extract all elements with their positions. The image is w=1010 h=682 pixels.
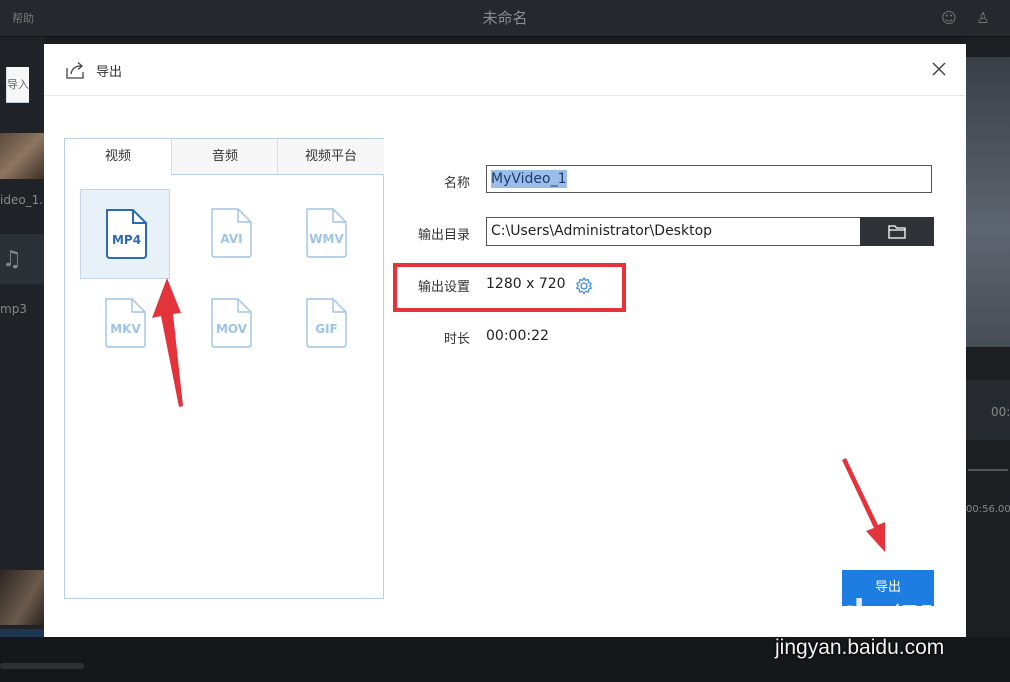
file-icon: GIF xyxy=(306,298,347,348)
baidu-watermark: Baidu 经验 jingyan.baidu.com xyxy=(775,592,1010,682)
format-label: MKV xyxy=(110,322,141,336)
format-wmv[interactable]: WMV xyxy=(281,189,371,279)
format-mp4[interactable]: MP4 xyxy=(80,189,170,279)
annotation-arrow xyxy=(152,278,183,407)
preview-panel: 00: 00:56.00 xyxy=(966,37,1010,677)
video-thumbnail[interactable] xyxy=(0,133,44,179)
format-label: AVI xyxy=(220,232,242,246)
project-title: 未命名 xyxy=(482,9,528,27)
format-panel: 视频 音频 视频平台 MP4 AVI WMV MKV MOV GIF xyxy=(64,138,384,599)
tab-video[interactable]: 视频 xyxy=(65,139,171,175)
name-value: MyVideo_1 xyxy=(491,170,567,188)
media-library-panel: 导入 ideo_1... ♫ mp3 xyxy=(0,37,51,659)
format-avi[interactable]: AVI xyxy=(186,189,276,279)
import-tab[interactable]: 导入 xyxy=(6,67,29,103)
output-dir-field[interactable]: C:\Users\Administrator\Desktop xyxy=(486,217,860,246)
title-bar: 帮助 未命名 ☺ ♙ xyxy=(0,0,1010,37)
horizontal-scrollbar[interactable] xyxy=(0,663,84,669)
format-label: WMV xyxy=(309,232,344,246)
annotation-highlight-box xyxy=(393,263,626,312)
file-icon: AVI xyxy=(211,208,252,258)
name-label: 名称 xyxy=(443,176,470,191)
user-icon[interactable]: ♙ xyxy=(974,9,992,27)
format-label: MP4 xyxy=(112,233,141,247)
annotation-arrow xyxy=(842,458,885,552)
file-icon: MP4 xyxy=(106,209,147,259)
export-icon xyxy=(66,62,84,79)
format-label: GIF xyxy=(315,322,338,336)
name-input[interactable]: MyVideo_1 xyxy=(486,165,932,193)
tab-audio[interactable]: 音频 xyxy=(171,139,278,175)
timecode: 00: xyxy=(991,405,1010,419)
duration-label: 时长 xyxy=(443,332,470,347)
music-icon: ♫ xyxy=(2,247,22,272)
format-tabs: 视频 音频 视频平台 xyxy=(65,139,384,175)
chat-icon[interactable]: ☺ xyxy=(940,9,958,27)
dialog-header: 导出 xyxy=(44,44,966,96)
format-gif[interactable]: GIF xyxy=(281,279,371,369)
close-icon[interactable] xyxy=(929,59,949,79)
tab-video-platform[interactable]: 视频平台 xyxy=(277,139,384,175)
watermark-logo: Baidu xyxy=(775,592,892,636)
media-item-label: mp3 xyxy=(0,302,27,316)
timeline-timestamp: 00:56.00 xyxy=(966,504,1010,515)
watermark-brand: 经验 xyxy=(890,602,950,637)
output-dir-label: 输出目录 xyxy=(417,228,470,243)
file-icon: MOV xyxy=(211,298,252,348)
folder-icon xyxy=(888,225,906,239)
file-icon: WMV xyxy=(306,208,347,258)
browse-folder-button[interactable] xyxy=(860,217,934,246)
timeline-clip[interactable] xyxy=(0,570,44,625)
format-label: MOV xyxy=(216,322,248,336)
dialog-title: 导出 xyxy=(96,65,123,80)
preview-canvas xyxy=(966,57,1010,347)
volume-slider[interactable] xyxy=(968,469,1008,471)
duration-value: 00:00:22 xyxy=(486,328,549,344)
watermark-url: jingyan.baidu.com xyxy=(775,636,945,659)
